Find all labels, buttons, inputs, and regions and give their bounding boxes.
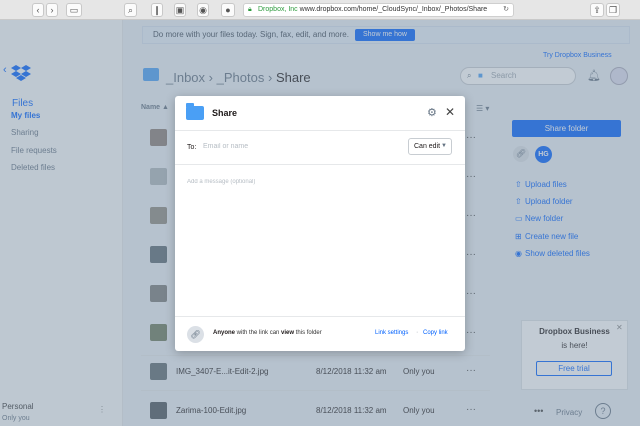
email-field[interactable]	[203, 143, 393, 150]
separator-dot: ·	[416, 329, 419, 336]
to-label: To:	[187, 144, 197, 151]
extension-icon[interactable]: ▣	[174, 3, 186, 17]
gear-icon[interactable]: ⚙	[427, 106, 437, 119]
share-dialog: Share ⚙ ✕ To: Can edit ▼ 🔗︎ Anyone with …	[175, 96, 465, 351]
copy-link-button[interactable]: Copy link	[423, 330, 448, 336]
close-icon[interactable]: ✕	[445, 105, 455, 119]
divider	[175, 130, 465, 131]
permission-value: Can edit	[414, 143, 441, 150]
link-icon: 🔗︎	[187, 326, 204, 343]
search-icon[interactable]: ⌕	[124, 3, 137, 17]
permission-dropdown[interactable]: Can edit ▼	[408, 138, 452, 155]
extension-icon[interactable]: ◉	[197, 3, 209, 17]
url-text: www.dropbox.com/home/_CloudSync/_Inbox/_…	[299, 6, 488, 13]
address-bar[interactable]: 🔒︎ Dropbox, Inc www.dropbox.com/home/_Cl…	[243, 3, 514, 17]
sidebar-toggle-icon[interactable]: ▭	[66, 3, 82, 17]
divider	[175, 316, 465, 317]
back-button[interactable]: ‹	[32, 3, 44, 17]
share-icon[interactable]: ⇪	[590, 3, 604, 17]
browser-toolbar: ‹ › ▭ ⌕ ❙ ▣ ◉ ● 🔒︎ Dropbox, Inc www.drop…	[0, 0, 640, 20]
message-field[interactable]	[187, 179, 447, 309]
divider	[175, 164, 465, 165]
link-permission-text: Anyone with the link can view this folde…	[213, 330, 322, 336]
link-settings-link[interactable]: Link settings	[375, 330, 408, 336]
tabs-icon[interactable]: ❐	[606, 3, 620, 17]
secure-site-label: Dropbox, Inc	[258, 6, 298, 13]
reload-icon[interactable]: ↻	[503, 4, 509, 16]
extension-icon[interactable]: ●	[221, 3, 235, 17]
lock-icon: 🔒︎	[248, 6, 252, 13]
forward-button[interactable]: ›	[46, 3, 58, 17]
folder-icon	[186, 103, 204, 120]
extension-icon[interactable]: ❙	[151, 3, 163, 17]
chevron-down-icon: ▼	[441, 143, 447, 149]
dialog-title: Share	[212, 108, 238, 118]
